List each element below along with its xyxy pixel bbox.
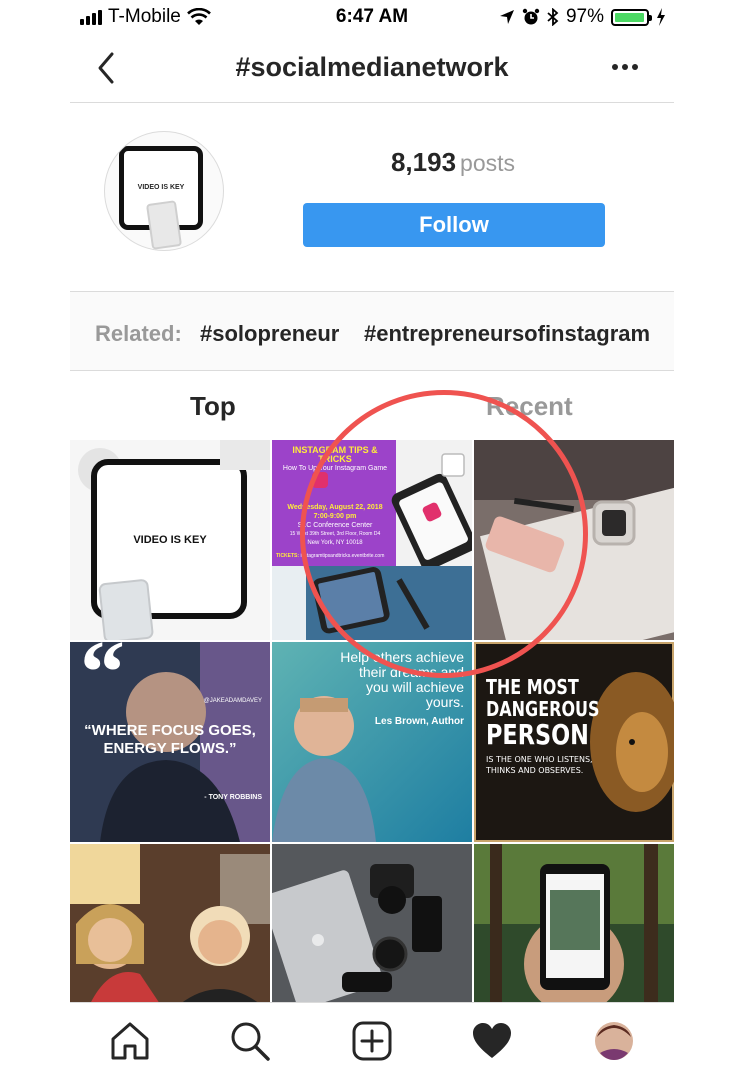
lion-line-4: IS THE ONE WHO LISTENS, [486, 755, 593, 764]
feed-tabs: Top Recent [70, 371, 674, 441]
tips-venue: SLC Conference Center [297, 522, 373, 529]
tab-top[interactable]: Top [190, 391, 236, 422]
svg-text:“: “ [80, 642, 125, 722]
quote-author: - TONY ROBBINS [204, 794, 262, 801]
navigation-header: #socialmedianetwork [70, 34, 674, 103]
bluetooth-icon [547, 8, 559, 26]
post-video-text: VIDEO IS KEY [133, 534, 207, 546]
battery-percent: 97% [565, 6, 604, 27]
les-line-4: yours. [425, 694, 464, 710]
battery-fill [615, 12, 645, 22]
les-quote: Help others achieve their dreams and you… [340, 650, 464, 729]
les-line-2: their dreams and [358, 664, 464, 680]
post-grid: VIDEO IS KEY INSTAGRAM TIPS & TRICKS How… [70, 440, 674, 1004]
post-count-value: 8,193 [390, 147, 457, 177]
tips-url: instagramtipsandtricks.eventbrite.com [300, 553, 385, 559]
charging-icon [657, 8, 665, 26]
tips-subtitle: How To Up Your Instagram Game [282, 465, 388, 472]
heart-icon[interactable] [470, 1019, 514, 1063]
tips-time: 7:00-9:00 pm [313, 513, 357, 520]
lion-line-2: DANGEROUS [486, 697, 600, 721]
related-label: Related: [95, 321, 182, 346]
status-right: 97% [499, 6, 666, 28]
quote-handle: @JAKEADAMDAVEY [203, 698, 262, 704]
battery-icon [611, 8, 652, 26]
post-count: 8,193 posts [303, 147, 603, 178]
les-line-1: Help others achieve [340, 649, 464, 665]
follow-button[interactable]: Follow [303, 203, 605, 247]
add-post-icon[interactable] [350, 1019, 394, 1063]
profile-avatar[interactable] [592, 1019, 636, 1063]
hashtag-avatar: VIDEO IS KEY [104, 131, 224, 251]
related-tag-solopreneur[interactable]: #solopreneur [200, 321, 339, 347]
related-tag-entrepreneursofinstagram[interactable]: #entrepreneursofinstagram [364, 321, 650, 347]
home-icon[interactable] [108, 1019, 152, 1063]
lion-line-3: PERSON [486, 718, 589, 751]
tips-title: INSTAGRAM TIPS & TRICKS [292, 445, 378, 464]
tips-tickets-label: TICKETS: [276, 553, 300, 559]
quote-text: “WHERE FOCUS GOES, ENERGY FLOWS.” [70, 722, 270, 758]
page-title: #socialmedianetwork [235, 52, 509, 82]
post-video-is-key[interactable]: VIDEO IS KEY [70, 440, 270, 640]
hashtag-profile: VIDEO IS KEY 8,193 posts Follow [70, 103, 674, 292]
post-lion-quote[interactable]: THE MOST DANGEROUS PERSON IS THE ONE WHO… [474, 642, 674, 842]
avatar-phone [145, 200, 183, 250]
les-author: Les Brown, Author [374, 716, 464, 727]
tips-date: Wednesday, August 22, 2018 [287, 504, 383, 511]
related-hashtags: Related: #solopreneur #entrepreneursofin… [70, 292, 674, 371]
quote-line-1: “WHERE FOCUS GOES, [84, 722, 256, 739]
post-tony-robbins[interactable]: “ @JAKEADAMDAVEY “WHERE FOCUS GOES, ENER… [70, 642, 270, 842]
bottom-nav [70, 1002, 674, 1080]
tab-recent[interactable]: Recent [486, 391, 573, 422]
status-bar: T-Mobile 6:47 AM 97% [70, 0, 674, 34]
post-instagram-tips[interactable]: INSTAGRAM TIPS & TRICKS How To Up Your I… [272, 440, 472, 640]
post-tips-text: INSTAGRAM TIPS & TRICKS How To Up Your I… [276, 446, 394, 561]
tips-city: New York, NY 10018 [307, 540, 363, 546]
screen: T-Mobile 6:47 AM 97% #socialmedianetwork [70, 0, 674, 1080]
tips-address: 15 West 39th Street, 3rd Floor, Room D4 [289, 531, 381, 537]
les-line-3: you will achieve [365, 679, 464, 695]
post-notebook-watch[interactable] [474, 440, 674, 640]
post-count-label: posts [460, 150, 516, 176]
lion-text: THE MOST DANGEROUS PERSON IS THE ONE WHO… [486, 676, 628, 776]
post-les-brown[interactable]: Help others achieve their dreams and you… [272, 642, 472, 842]
more-horizontal-icon[interactable] [610, 56, 640, 78]
location-icon [499, 10, 514, 24]
lion-line-1: THE MOST [486, 675, 579, 699]
lion-line-5: THINKS AND OBSERVES. [486, 766, 584, 775]
quote-line-2: ENERGY FLOWS.” [103, 740, 237, 757]
search-icon[interactable] [228, 1019, 272, 1063]
alarm-icon [522, 8, 540, 25]
avatar-text: VIDEO IS KEY [137, 184, 185, 191]
